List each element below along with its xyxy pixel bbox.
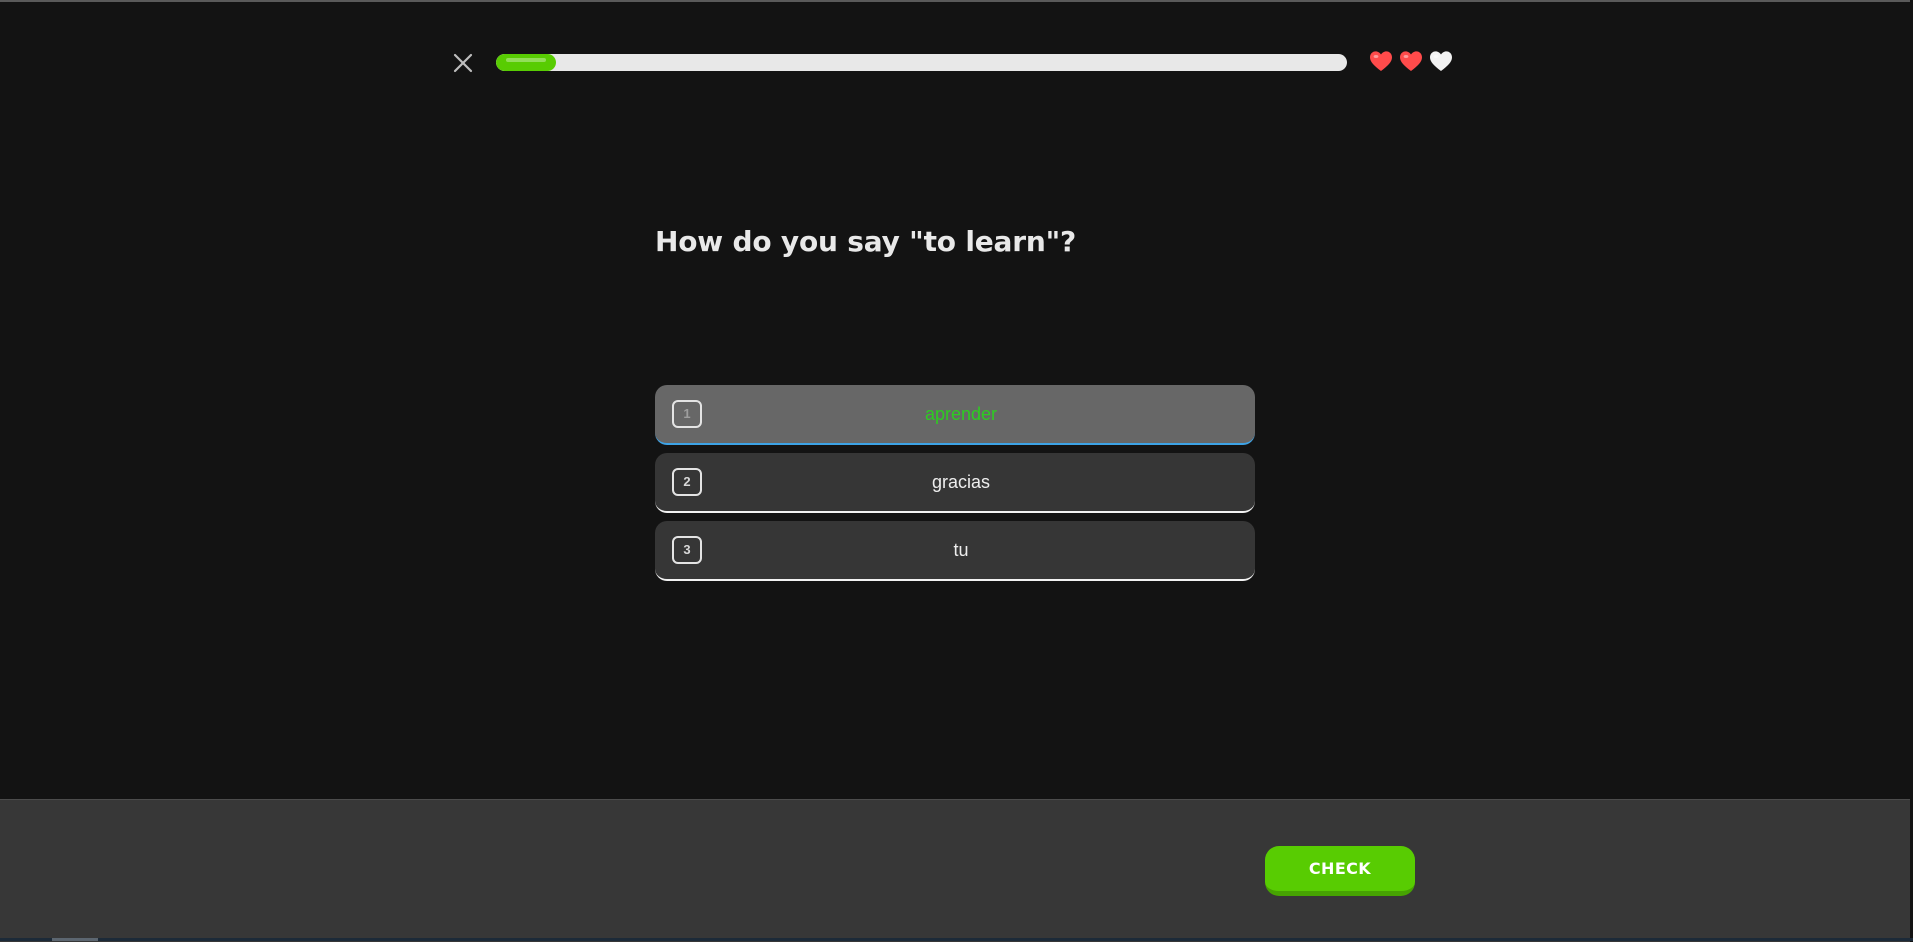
hearts-indicator <box>1368 48 1454 74</box>
close-button[interactable] <box>450 50 476 76</box>
option-label: tu <box>953 539 969 560</box>
heart-icon <box>1370 51 1392 71</box>
lesson-progress-bar <box>496 54 1347 71</box>
option-label: gracias <box>931 471 991 492</box>
option-label: aprender <box>924 403 998 424</box>
heart-icon <box>1430 51 1452 71</box>
lesson-progress-fill <box>496 54 556 71</box>
question-title: How do you say "to learn"? <box>655 225 1076 258</box>
check-button[interactable]: CHECK <box>1265 846 1415 896</box>
window-top-edge <box>0 0 1913 2</box>
footer-bar <box>0 799 1910 942</box>
answer-option-3[interactable]: 3 tu <box>655 521 1255 581</box>
progress-shine <box>506 58 546 62</box>
close-icon <box>453 53 473 73</box>
answer-option-2[interactable]: 2 gracias <box>655 453 1255 513</box>
answer-options: 1 aprender 2 gracias 3 tu <box>655 385 1255 589</box>
heart-icon <box>1400 51 1422 71</box>
answer-option-1[interactable]: 1 aprender <box>655 385 1255 445</box>
